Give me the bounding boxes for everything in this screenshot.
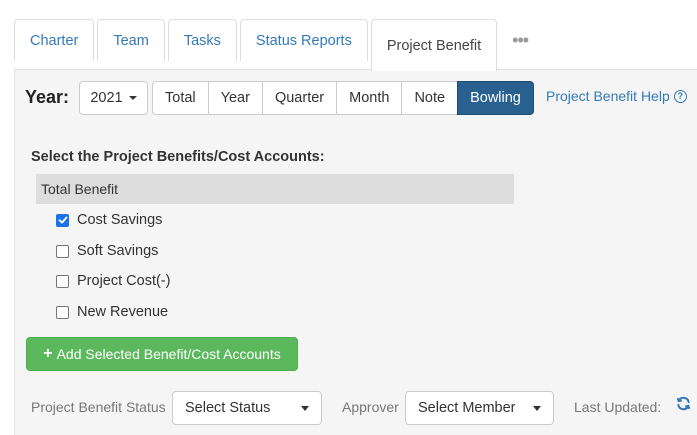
tab-team[interactable]: Team [97,19,165,61]
project-benefit-status-label: Project Benefit Status [31,399,166,415]
project-benefit-help-link[interactable]: Project Benefit Help ? [546,88,687,104]
check-icon [58,216,67,224]
add-selected-accounts-button[interactable]: + Add Selected Benefit/Cost Accounts [26,337,298,371]
checkbox-soft-savings[interactable] [56,244,69,258]
checkbox-row-new-revenue[interactable]: New Revenue [56,304,168,320]
view-bowling-button[interactable]: Bowling [457,81,534,115]
checkbox-label: Soft Savings [77,243,159,259]
more-tabs-icon[interactable]: ••• [500,19,540,61]
refresh-icon[interactable] [676,396,691,411]
checkbox-row-cost-savings[interactable]: Cost Savings [56,212,162,228]
tab-project-benefit[interactable]: Project Benefit [370,19,498,71]
tab-status-reports[interactable]: Status Reports [239,19,368,61]
status-select-value: Select Status [185,400,271,416]
add-button-label: Add Selected Benefit/Cost Accounts [56,346,281,362]
project-benefit-panel: Year: 2021 Total Year Quarter Month Note… [14,70,697,435]
checkbox-label: Cost Savings [77,212,163,228]
tab-label: Tasks [183,32,221,49]
checkbox-label: New Revenue [77,304,169,320]
view-note-button[interactable]: Note [401,81,459,115]
approver-select-value: Select Member [418,400,516,416]
approver-select[interactable]: Select Member [405,391,554,425]
year-value: 2021 [90,90,123,106]
tab-label: Team [113,32,149,49]
checkbox-row-project-cost[interactable]: Project Cost(-) [56,273,170,289]
checkbox-new-revenue[interactable] [56,305,69,319]
tab-bar: Charter Team Tasks Status Reports Projec… [14,19,540,71]
checkbox-row-soft-savings[interactable]: Soft Savings [56,243,158,259]
status-select[interactable]: Select Status [172,391,322,425]
view-total-button[interactable]: Total [152,81,209,115]
total-benefit-group-header: Total Benefit [36,174,514,204]
last-updated-label: Last Updated: [574,399,662,415]
year-label: Year: [25,87,70,107]
view-year-button[interactable]: Year [207,81,263,115]
tab-charter[interactable]: Charter [14,19,95,61]
year-dropdown[interactable]: 2021 [79,81,148,115]
checkbox-cost-savings[interactable] [56,213,69,227]
view-quarter-button[interactable]: Quarter [261,81,338,115]
view-button-group: Total Year Quarter Month Note Bowling [152,81,534,115]
checkbox-label: Project Cost(-) [77,273,171,289]
question-circle-icon: ? [673,89,687,103]
caret-down-icon [128,96,137,100]
refresh-arrows-icon [676,396,691,411]
caret-down-icon [301,405,309,411]
tab-label: Status Reports [255,32,352,49]
plus-icon: + [43,345,53,362]
tab-tasks[interactable]: Tasks [167,19,237,61]
approver-label: Approver [342,399,399,415]
benefits-section-title: Select the Project Benefits/Cost Account… [31,149,325,165]
help-link-label: Project Benefit Help [546,88,670,104]
view-month-button[interactable]: Month [336,81,403,115]
caret-down-icon [533,405,541,411]
checkbox-project-cost[interactable] [56,274,69,288]
tab-label: Charter [30,32,79,49]
tab-label: Project Benefit [386,37,482,54]
